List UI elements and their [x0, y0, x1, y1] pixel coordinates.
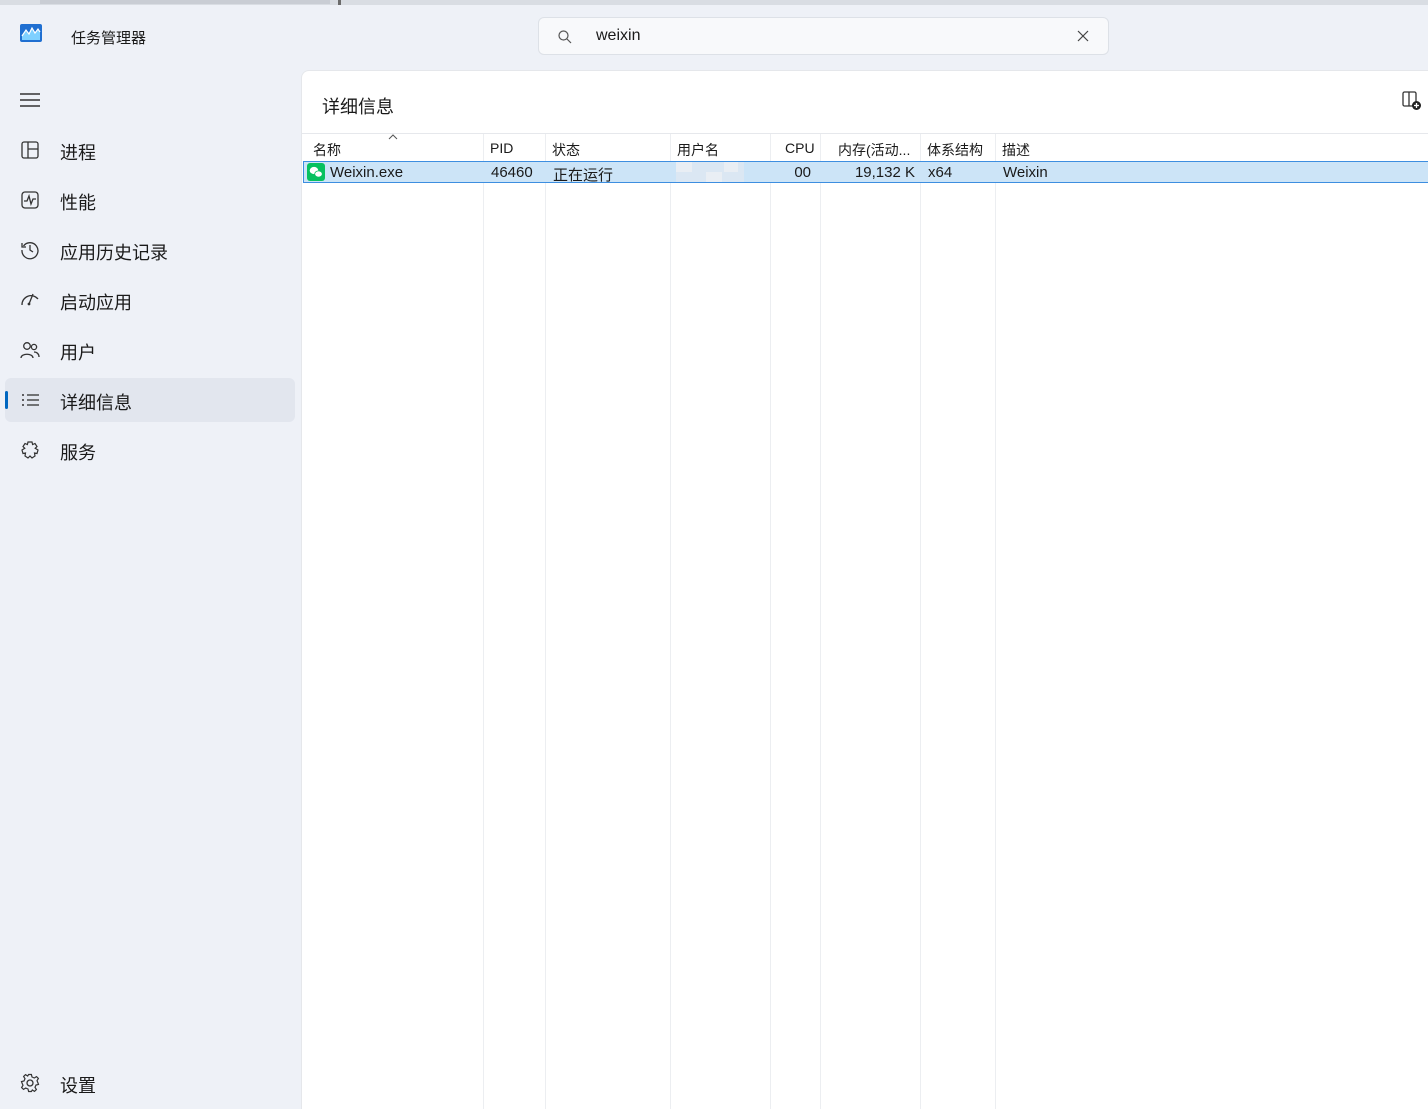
sidebar-item-label: 进程: [60, 143, 96, 163]
column-divider: [920, 133, 921, 1109]
process-name: Weixin.exe: [330, 164, 404, 181]
sidebar-item-services[interactable]: 服务: [5, 428, 295, 472]
sort-ascending-icon: [388, 134, 398, 140]
users-icon: [20, 342, 40, 359]
process-memory: 19,132 K: [854, 164, 915, 181]
clear-search-icon[interactable]: [1076, 29, 1090, 43]
column-header-username[interactable]: 用户名: [677, 140, 719, 160]
sidebar-item-label: 用户: [60, 343, 96, 363]
add-column-icon[interactable]: [1402, 91, 1422, 111]
column-divider: [770, 133, 771, 1109]
sidebar-item-app-history[interactable]: 应用历史记录: [5, 228, 295, 272]
column-divider: [995, 133, 996, 1109]
details-icon: [22, 394, 39, 406]
task-manager-app-icon: [20, 24, 42, 42]
column-header-architecture[interactable]: 体系结构: [927, 140, 983, 160]
history-icon: [21, 242, 39, 260]
sidebar-item-label: 应用历史记录: [60, 243, 168, 263]
column-divider: [670, 133, 671, 1109]
search-icon: [558, 30, 572, 44]
sidebar-item-label: 性能: [60, 193, 96, 213]
sidebar-item-performance[interactable]: 性能: [5, 178, 295, 222]
search-box[interactable]: weixin: [538, 17, 1109, 55]
background-window-tab: [40, 0, 330, 4]
sidebar-item-processes[interactable]: 进程: [5, 128, 295, 172]
column-header-cpu[interactable]: CPU: [785, 140, 815, 156]
column-header-status[interactable]: 状态: [552, 140, 580, 160]
table-header: 名称 PID 状态 用户名 CPU 内存(活动... 体系结构 描述: [302, 133, 1428, 162]
hamburger-menu-icon[interactable]: [20, 92, 40, 108]
column-divider: [483, 133, 484, 1109]
details-panel: 详细信息 名称 PID 状态 用户名 CPU 内存(活动... 体系结构 描述 …: [301, 70, 1428, 1109]
sidebar-item-label: 详细信息: [60, 393, 132, 413]
column-header-memory[interactable]: 内存(活动...: [838, 140, 910, 160]
sidebar-item-settings[interactable]: 设置: [5, 1063, 295, 1103]
sidebar-item-startup[interactable]: 启动应用: [5, 278, 295, 322]
column-header-pid[interactable]: PID: [490, 140, 513, 156]
column-divider: [820, 133, 821, 1109]
process-architecture: x64: [928, 164, 953, 181]
sidebar-item-details[interactable]: 详细信息: [5, 378, 295, 422]
active-indicator: [5, 391, 8, 409]
services-icon: [21, 441, 39, 459]
app-title: 任务管理器: [71, 30, 147, 47]
column-divider: [545, 133, 546, 1109]
process-description: Weixin: [1003, 164, 1048, 181]
process-pid: 46460: [491, 164, 533, 181]
page-title: 详细信息: [322, 97, 394, 117]
startup-icon: [21, 293, 39, 306]
settings-label: 设置: [60, 1076, 96, 1096]
processes-icon: [21, 141, 39, 159]
sidebar-item-label: 启动应用: [60, 293, 132, 313]
process-status: 正在运行: [553, 167, 614, 184]
search-input[interactable]: weixin: [596, 27, 640, 45]
wechat-app-icon: [307, 163, 325, 181]
sidebar-nav: 进程 性能 应用历史记录 启动应用 用户 详细信息 服务: [0, 70, 300, 1108]
column-header-name[interactable]: 名称: [313, 140, 341, 160]
sidebar-item-users[interactable]: 用户: [5, 328, 295, 372]
redacted-username: [676, 162, 744, 182]
performance-icon: [21, 191, 39, 209]
column-header-description[interactable]: 描述: [1002, 140, 1030, 160]
sidebar-item-label: 服务: [60, 443, 96, 463]
table-row[interactable]: Weixin.exe 46460 正在运行 00 19,132 K x64 We…: [303, 161, 1428, 184]
process-cpu: 00: [794, 164, 811, 181]
gear-icon: [20, 1073, 40, 1093]
title-bar: 任务管理器 weixin: [0, 5, 1428, 65]
